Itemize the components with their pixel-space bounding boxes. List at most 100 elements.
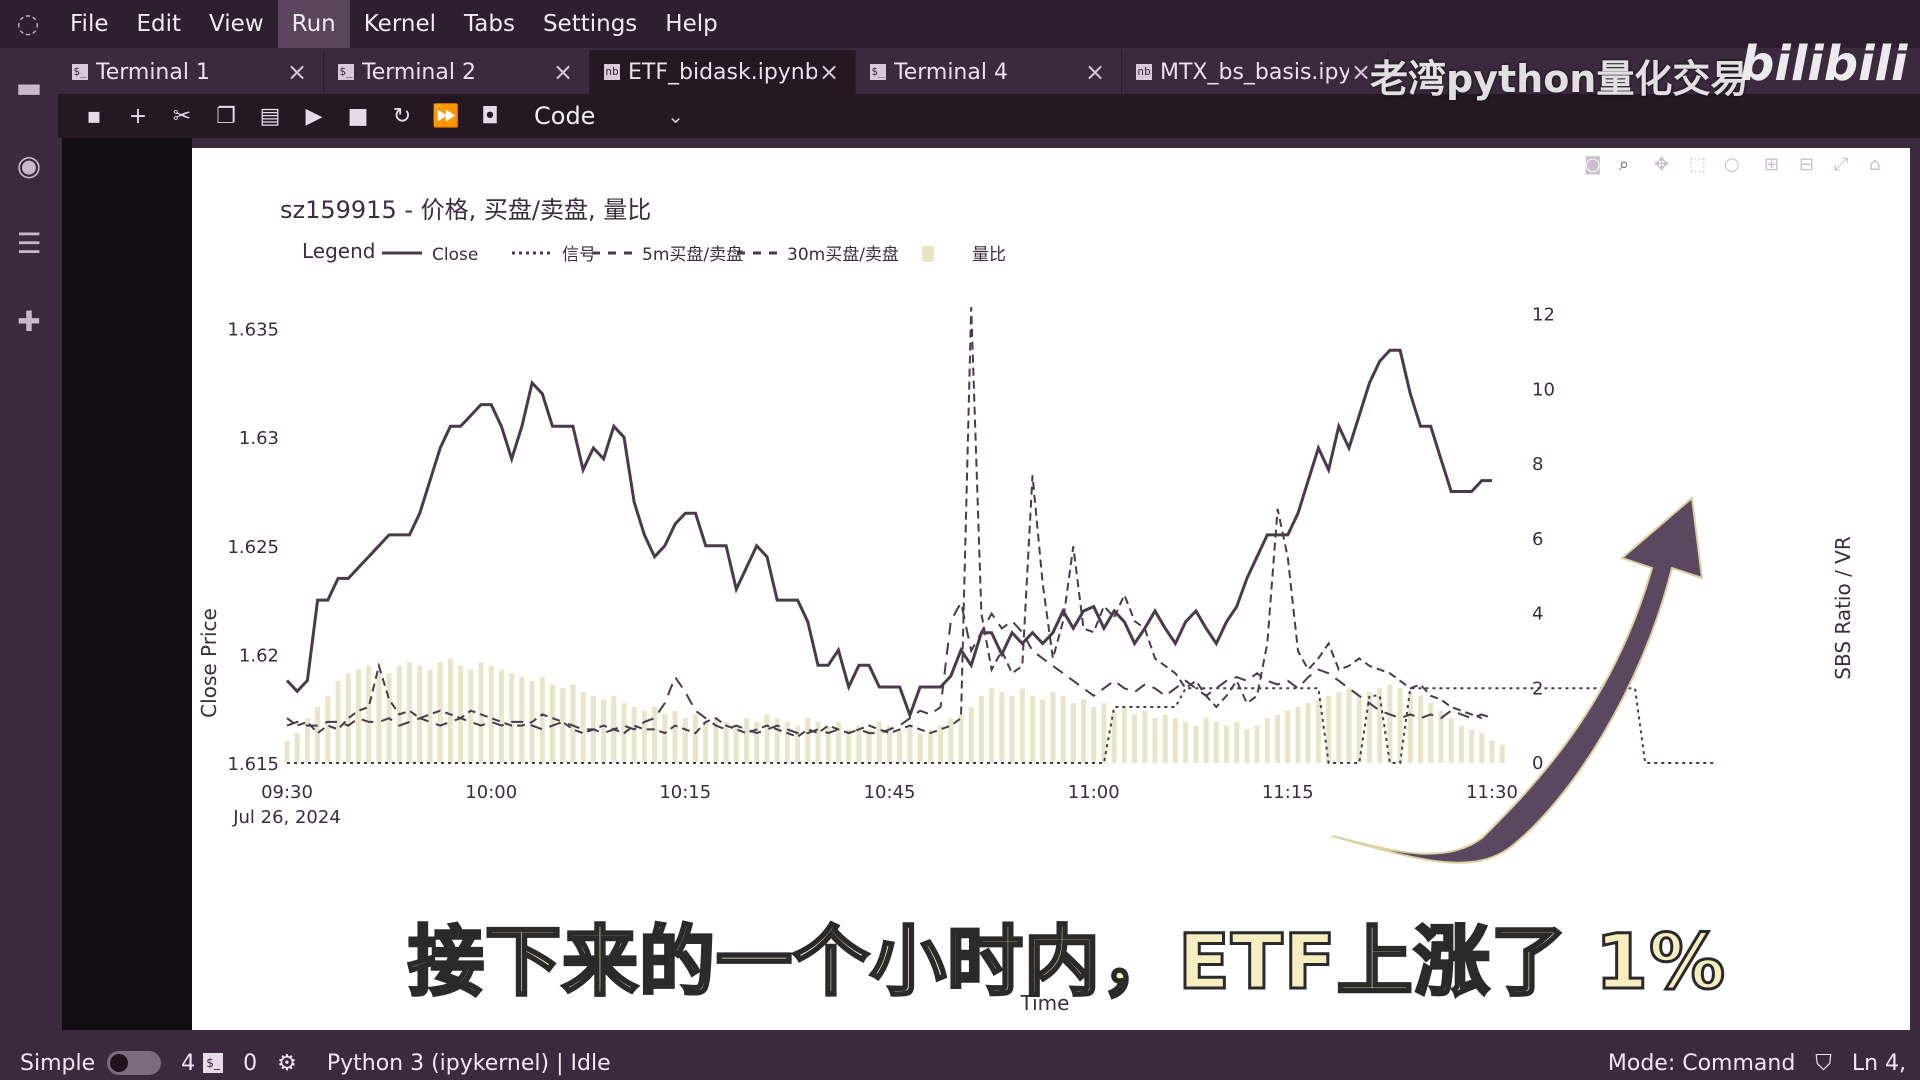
volume-ratio-bar: [1244, 729, 1250, 763]
y2-tick-label: 6: [1532, 529, 1543, 550]
box-select-icon[interactable]: ⬚: [1689, 154, 1706, 175]
toc-icon[interactable]: ☰: [0, 204, 58, 282]
trust-icon[interactable]: ⛉: [1815, 1051, 1832, 1076]
menu-help[interactable]: Help: [651, 0, 731, 48]
volume-ratio-bar: [1448, 718, 1454, 763]
add-cell-icon[interactable]: +: [116, 94, 160, 138]
menu-run[interactable]: Run: [277, 0, 350, 48]
kernel-status[interactable]: Python 3 (ipykernel) | Idle: [327, 1051, 611, 1076]
run-all-icon[interactable]: ⏩: [424, 94, 468, 138]
volume-ratio-bar: [948, 718, 954, 763]
menu-view[interactable]: View: [195, 0, 278, 48]
volume-ratio-bar: [1040, 699, 1046, 763]
cursor-position[interactable]: Ln 4,: [1852, 1051, 1906, 1076]
volume-ratio-bar: [825, 725, 831, 763]
x-tick-label: 11:00: [1068, 782, 1120, 803]
volume-ratio-bar: [805, 718, 811, 763]
volume-ratio-bar: [1315, 699, 1321, 763]
volume-ratio-bar: [458, 665, 464, 763]
volume-ratio-bar: [1285, 710, 1291, 763]
cut-icon[interactable]: ✂: [160, 94, 204, 138]
volume-ratio-bar: [1213, 721, 1219, 763]
kernels-count[interactable]: 0: [243, 1051, 257, 1076]
simple-mode-toggle[interactable]: [107, 1051, 162, 1075]
y2-tick-label: 2: [1532, 678, 1543, 699]
folder-icon[interactable]: ▬: [0, 48, 58, 126]
volume-ratio-bar: [1019, 688, 1025, 763]
volume-ratio-bar: [703, 721, 709, 763]
legend-entry[interactable]: 5m买盘/卖盘: [642, 245, 743, 265]
volume-ratio-bar: [754, 721, 760, 763]
autoscale-icon[interactable]: ⤢: [1834, 154, 1849, 175]
x-tick-label: 11:30: [1466, 782, 1518, 803]
volume-ratio-bar: [315, 706, 321, 763]
legend-entry[interactable]: Close: [432, 245, 478, 265]
menu-edit[interactable]: Edit: [123, 0, 196, 48]
volume-ratio-bar: [509, 673, 515, 763]
volume-ratio-bar: [682, 718, 688, 763]
legend-entry[interactable]: 信号: [562, 245, 596, 265]
volume-ratio-bar: [958, 714, 964, 763]
volume-ratio-bar: [1152, 718, 1158, 763]
volume-ratio-bar: [284, 740, 290, 763]
terminals-count[interactable]: 4: [181, 1051, 195, 1076]
volume-ratio-bar: [1193, 725, 1199, 763]
run-icon[interactable]: ▶: [292, 94, 336, 138]
volume-ratio-bar: [1234, 721, 1240, 763]
y-tick-label: 1.635: [227, 320, 279, 341]
close-icon[interactable]: ×: [285, 58, 309, 86]
zoom-in-icon[interactable]: ⊞: [1764, 154, 1779, 175]
volume-ratio-bar: [1091, 706, 1097, 763]
volume-ratio-bar: [417, 665, 423, 763]
volume-ratio-bar: [376, 669, 382, 763]
tab-terminal-4[interactable]: $_ Terminal 4 ×: [856, 50, 1122, 94]
volume-ratio-bar: [846, 729, 852, 763]
volume-ratio-bar: [866, 729, 872, 763]
volume-ratio-bar: [437, 662, 443, 763]
menu-tabs[interactable]: Tabs: [450, 0, 529, 48]
menu-settings[interactable]: Settings: [529, 0, 651, 48]
volume-ratio-bar: [784, 721, 790, 763]
zoom-out-icon[interactable]: ⊟: [1799, 154, 1814, 175]
menu-file[interactable]: File: [56, 0, 123, 48]
reset-axes-icon[interactable]: ⌂: [1869, 154, 1880, 175]
close-icon[interactable]: ×: [1083, 58, 1107, 86]
paste-icon[interactable]: ▤: [248, 94, 292, 138]
pan-icon[interactable]: ✥: [1654, 154, 1669, 175]
cell-gutter: [62, 138, 192, 1030]
y-tick-label: 1.615: [227, 754, 279, 775]
volume-ratio-bar: [1223, 725, 1229, 763]
running-icon[interactable]: ◉: [0, 126, 58, 204]
copy-icon[interactable]: ❐: [204, 94, 248, 138]
palette-icon[interactable]: ◘: [468, 94, 512, 138]
tab-terminal-2[interactable]: $_ Terminal 2 ×: [324, 50, 590, 94]
volume-ratio-bar: [927, 729, 933, 763]
volume-ratio-bar: [498, 669, 504, 763]
stop-icon[interactable]: ■: [336, 94, 380, 138]
y2-tick-label: 10: [1532, 379, 1555, 400]
volume-ratio-bar: [733, 725, 739, 763]
lasso-icon[interactable]: ○: [1724, 154, 1740, 175]
terminal-icon: $_: [338, 64, 354, 80]
volume-ratio-bar: [1346, 688, 1352, 763]
tab-etf-bidask[interactable]: nb ETF_bidask.ipynb ×: [590, 50, 856, 94]
status-bar: Simple 4 $_ 0 ⚙ Python 3 (ipykernel) | I…: [0, 1046, 1920, 1080]
chevron-down-icon: ⌄: [667, 104, 684, 128]
volume-ratio-bar: [1070, 703, 1076, 763]
save-icon[interactable]: ▪: [72, 94, 116, 138]
legend-entry[interactable]: 量比: [972, 245, 1006, 265]
tab-terminal-1[interactable]: $_ Terminal 1 ×: [58, 50, 324, 94]
volume-ratio-bar: [723, 721, 729, 763]
close-icon[interactable]: ×: [817, 58, 841, 86]
menu-kernel[interactable]: Kernel: [350, 0, 450, 48]
cell-type-select[interactable]: Code ⌄: [534, 102, 684, 130]
tab-mtx-bs-basis[interactable]: nb MTX_bs_basis.ipyn ×: [1122, 50, 1388, 94]
volume-ratio-bar: [887, 725, 892, 763]
close-icon[interactable]: ×: [551, 58, 575, 86]
camera-icon[interactable]: ◙: [1584, 154, 1601, 175]
extension-icon[interactable]: ✚: [0, 282, 58, 360]
restart-icon[interactable]: ↻: [380, 94, 424, 138]
legend-entry[interactable]: 30m买盘/卖盘: [787, 245, 899, 265]
zoom-icon[interactable]: ⌕: [1619, 154, 1629, 175]
kernel-icon: ⚙: [277, 1050, 297, 1076]
